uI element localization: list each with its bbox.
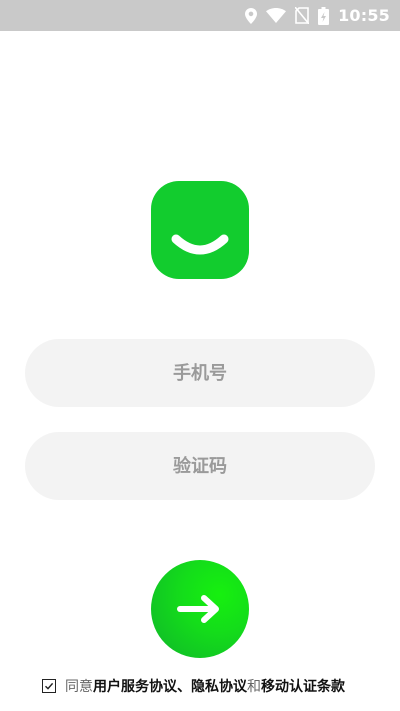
app-logo [151,181,249,279]
no-sim-icon [295,7,310,24]
arrow-right-icon [177,595,219,623]
agreement-checkbox[interactable] [42,679,56,693]
battery-charging-icon [318,6,330,25]
privacy-agreement-link[interactable]: 隐私协议 [191,676,247,696]
agreement-row: 同意 用户服务协议 、 隐私协议 和 移动认证条款 [42,676,345,696]
wifi-icon [266,8,287,23]
login-submit-button[interactable] [151,560,249,658]
agreement-prefix: 同意 [65,679,93,695]
agreement-conjunction: 和 [247,679,261,695]
phone-input[interactable] [25,339,375,407]
status-bar: 10:55 [0,0,400,31]
verification-code-input[interactable] [25,432,375,500]
status-icons: 10:55 [245,0,390,31]
user-service-agreement-link[interactable]: 用户服务协议 [93,676,177,696]
mobile-auth-terms-link[interactable]: 移动认证条款 [261,676,345,696]
check-icon [45,682,54,690]
smile-icon [171,234,229,255]
agreement-separator: 、 [177,679,191,695]
verification-code-field[interactable] [25,432,375,500]
phone-field[interactable] [25,339,375,407]
location-icon [245,7,258,24]
status-time: 10:55 [338,6,390,25]
